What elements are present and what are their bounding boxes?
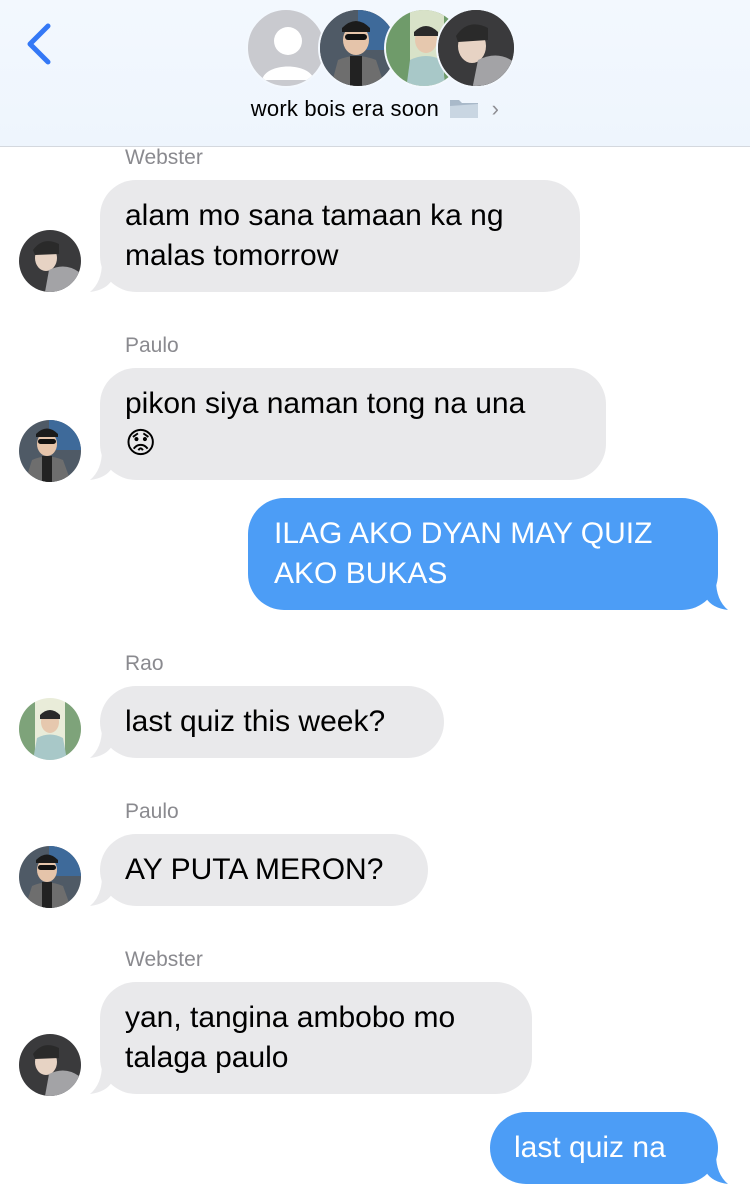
message-bubble[interactable]: last quiz this week? [100,686,444,758]
chevron-left-icon [27,23,51,65]
sender-name: Webster [125,948,203,971]
chevron-right-icon: › [491,96,500,121]
avatar-webster[interactable] [19,230,81,292]
member-avatar-webster [436,8,516,88]
group-name-label: work bois era soon [250,96,440,121]
message-bubble[interactable]: AY PUTA MERON? [100,834,428,906]
group-name[interactable]: work bois era soon › [0,96,750,125]
avatar-paulo[interactable] [19,420,81,482]
sender-name: Rao [125,652,164,675]
bubble-tail [706,1154,728,1184]
outgoing-message-bubble[interactable]: ILAG AKO DYAN MAY QUIZ AKO BUKAS [248,498,718,610]
sender-name: Webster [125,146,203,169]
avatar-webster[interactable] [19,1034,81,1096]
message-bubble[interactable]: yan, tangina ambobo mo talaga paulo [100,982,532,1094]
message-text: yan, tangina ambobo mo [125,1001,456,1034]
default-avatar-icon [246,8,326,88]
message-text: malas tomorrow [125,239,339,272]
bubble-tail [90,450,112,480]
message-bubble[interactable]: pikon siya naman tong na una 😟 [100,368,606,480]
avatar-paulo[interactable] [19,846,81,908]
conversation-header: work bois era soon › [0,0,750,147]
message-text: AY PUTA MERON? [125,853,384,886]
avatar-rao[interactable] [19,698,81,760]
bubble-tail [706,580,728,610]
message-text: AKO BUKAS [274,557,448,590]
folder-icon [449,97,479,125]
message-text: pikon siya naman tong na una [125,387,526,420]
sender-name: Paulo [125,334,179,357]
message-text: ILAG AKO DYAN MAY QUIZ [274,517,653,550]
sender-name: Paulo [125,800,179,823]
bubble-tail [90,876,112,906]
bubble-tail [90,262,112,292]
message-emoji: 😟 [125,426,157,461]
bubble-tail [90,1064,112,1094]
message-text: alam mo sana tamaan ka ng [125,199,504,232]
message-text: last quiz this week? [125,705,386,738]
message-text: last quiz na [514,1131,666,1164]
bubble-tail [90,728,112,758]
message-text: talaga paulo [125,1041,289,1074]
group-avatars[interactable] [246,8,516,90]
back-button[interactable] [22,22,62,66]
message-bubble[interactable]: alam mo sana tamaan ka ng malas tomorrow [100,180,580,292]
outgoing-message-bubble[interactable]: last quiz na [490,1112,718,1184]
